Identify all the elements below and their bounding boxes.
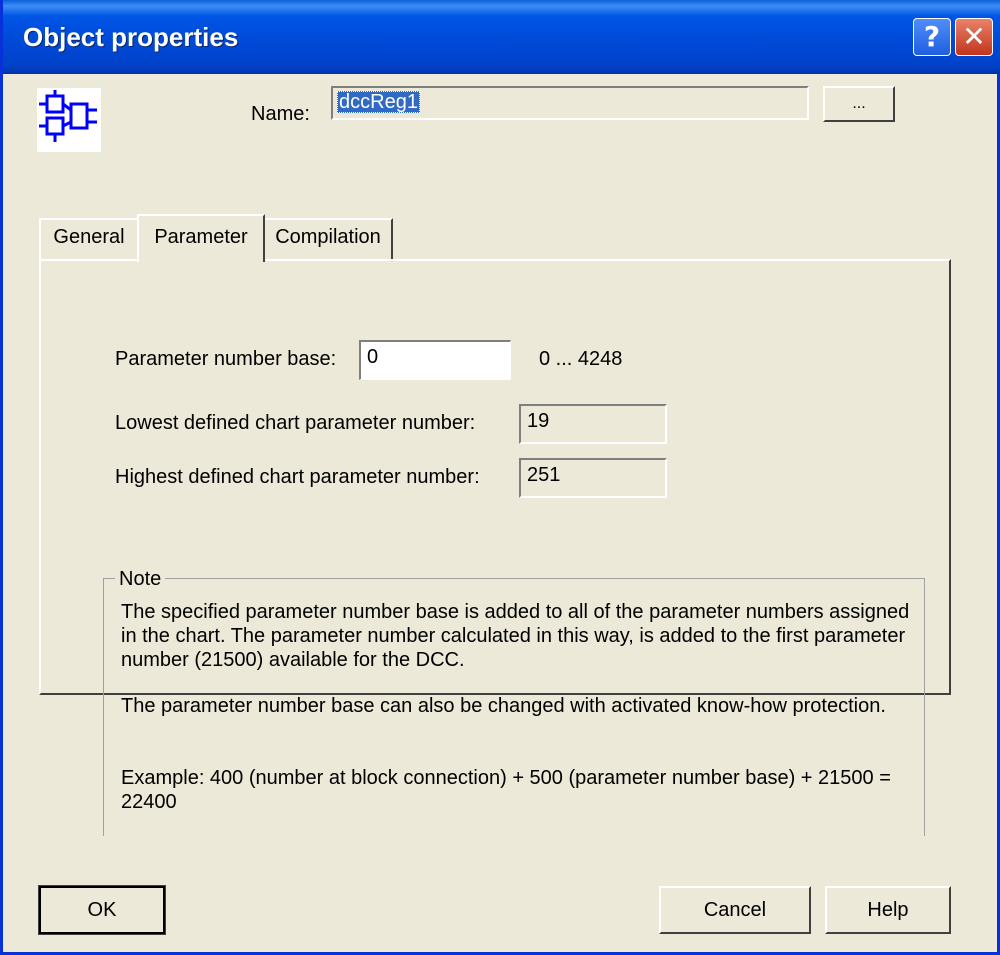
- cancel-button[interactable]: Cancel: [659, 886, 811, 934]
- tab-general[interactable]: General: [39, 218, 137, 260]
- help-button[interactable]: Help: [825, 886, 951, 934]
- help-label: Help: [867, 898, 909, 921]
- lowest-param-field: 19: [519, 404, 667, 444]
- name-label: Name:: [251, 103, 310, 125]
- tab-parameter[interactable]: Parameter: [137, 214, 265, 262]
- note-paragraph-2: The parameter number base can also be ch…: [121, 695, 886, 717]
- param-base-input[interactable]: 0: [359, 340, 511, 380]
- dialog-window: Object properties ? ✕ Name: dccReg1 ... …: [0, 0, 1000, 955]
- cancel-label: Cancel: [703, 898, 767, 921]
- browse-label: ...: [852, 95, 866, 112]
- browse-button[interactable]: ...: [823, 86, 895, 122]
- name-input[interactable]: dccReg1: [331, 86, 809, 120]
- note-paragraph-1: The specified parameter number base is a…: [121, 601, 910, 671]
- ok-button[interactable]: OK: [38, 885, 166, 935]
- title-bar[interactable]: Object properties ? ✕: [3, 0, 1000, 74]
- lowest-param-label: Lowest defined chart parameter number:: [115, 412, 476, 434]
- ok-label: OK: [87, 898, 117, 921]
- param-base-label: Parameter number base:: [115, 348, 337, 370]
- note-paragraph-3: Example: 400 (number at block connection…: [121, 767, 891, 813]
- function-block-icon: [37, 88, 101, 152]
- highest-param-field: 251: [519, 458, 667, 498]
- window-title: Object properties: [23, 22, 239, 52]
- question-icon: ?: [923, 20, 941, 53]
- tab-compilation[interactable]: Compilation: [265, 218, 393, 260]
- param-range-text: 0 ... 4248: [539, 348, 623, 370]
- name-value: dccReg1: [337, 91, 420, 113]
- close-button[interactable]: ✕: [955, 18, 993, 56]
- highest-param-label: Highest defined chart parameter number:: [115, 466, 480, 488]
- help-title-button[interactable]: ?: [913, 18, 951, 56]
- note-title: Note: [115, 568, 166, 591]
- close-icon: ✕: [962, 20, 986, 53]
